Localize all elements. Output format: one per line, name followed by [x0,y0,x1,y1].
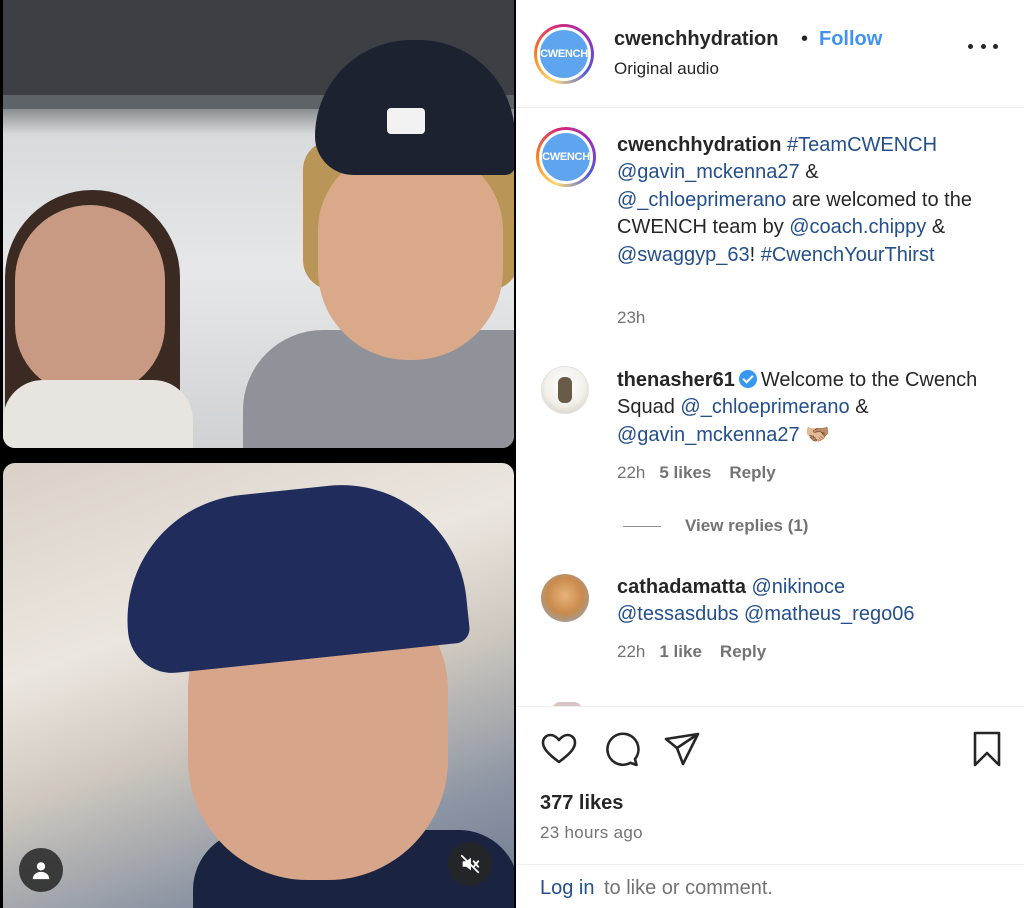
cap-logo [387,108,425,134]
mention[interactable]: @gavin_mckenna27 [617,424,800,446]
mute-button[interactable] [448,842,492,886]
post-side-panel: CWENCH cwenchhydration • Follow Original… [516,0,1024,908]
caption-text: cwenchhydration #TeamCWENCH @gavin_mckenn… [617,134,972,266]
avatar[interactable] [541,366,589,414]
view-replies-button[interactable]: View replies (1) [623,516,808,536]
mention[interactable]: @coach.chippy [789,216,926,238]
comment-meta: 22h 1 like Reply [617,642,766,662]
view-replies-label: View replies (1) [685,516,809,535]
video-frame-bottom [3,463,514,908]
divider [623,525,661,527]
login-bar: Log in to like or comment. [516,864,1024,908]
mention[interactable]: @nikinoce [752,576,846,598]
reply-button[interactable]: Reply [729,463,775,482]
share-icon[interactable] [662,729,702,769]
hashtag[interactable]: #CwenchYourThirst [761,244,935,266]
hashtag[interactable]: #TeamCWENCH [787,134,937,156]
mention[interactable]: @matheus_rego06 [744,603,914,625]
comment-username[interactable]: cathadamatta [617,576,746,598]
verified-badge-icon [738,370,757,388]
login-link[interactable]: Log in [540,877,595,900]
video-panel[interactable] [0,0,516,908]
person-face [15,205,165,395]
post-timestamp: 23 hours ago [540,823,643,842]
mention[interactable]: @swaggyp_63 [617,244,750,266]
audio-link[interactable]: Original audio [614,59,719,79]
comment-icon[interactable] [601,729,641,769]
mention[interactable]: @_chloeprimerano [617,189,786,211]
heart-icon[interactable] [539,729,579,769]
separator-dot: • [801,28,809,50]
avatar-logo: CWENCH [539,130,593,184]
reply-button[interactable]: Reply [720,642,766,661]
mention[interactable]: @_chloeprimerano [680,396,849,418]
action-bar: 377 likes 23 hours ago [516,706,1024,866]
bookmark-icon[interactable] [967,729,1007,769]
user-tag-icon [32,862,50,880]
like-count[interactable]: 377 likes [540,792,623,815]
avatar[interactable] [541,574,589,622]
person-body [3,380,193,448]
handshake-emoji: 🫱🏼‍🫲🏽 [799,423,831,446]
person-face [318,150,503,360]
comment-likes[interactable]: 1 like [659,642,702,661]
comment-time: 22h [617,642,646,661]
comment-likes[interactable]: 5 likes [659,463,711,482]
mute-icon [460,854,480,874]
video-frame-top [3,0,514,448]
mention[interactable]: @tessasdubs [617,603,738,625]
follow-button[interactable]: Follow [819,28,882,51]
mention[interactable]: @gavin_mckenna27 [617,161,800,183]
comment-meta: 22h 5 likes Reply [617,463,776,483]
post-header: CWENCH cwenchhydration • Follow Original… [516,0,1024,108]
comment-text: cathadamatta @nikinoce @tessasdubs @mathe… [617,574,1007,629]
comments-section[interactable]: CWENCH cwenchhydration #TeamCWENCH @gavin… [516,108,1024,706]
person-cap [115,472,471,678]
comment-time: 22h [617,463,646,482]
caption-time: 23h [617,308,646,327]
user-tag-button[interactable] [19,848,63,892]
comment-username[interactable]: thenasher61 [617,369,735,391]
author-username[interactable]: cwenchhydration [614,28,778,51]
more-options-icon[interactable] [968,36,998,56]
avatar[interactable]: CWENCH [536,127,596,187]
comment-text: thenasher61 Welcome to the Cwench Squad @… [617,369,978,446]
avatar-logo: CWENCH [537,27,591,81]
login-prompt-text: to like or comment. [604,877,773,899]
caption-username[interactable]: cwenchhydration [617,134,781,156]
avatar[interactable]: CWENCH [534,24,594,84]
